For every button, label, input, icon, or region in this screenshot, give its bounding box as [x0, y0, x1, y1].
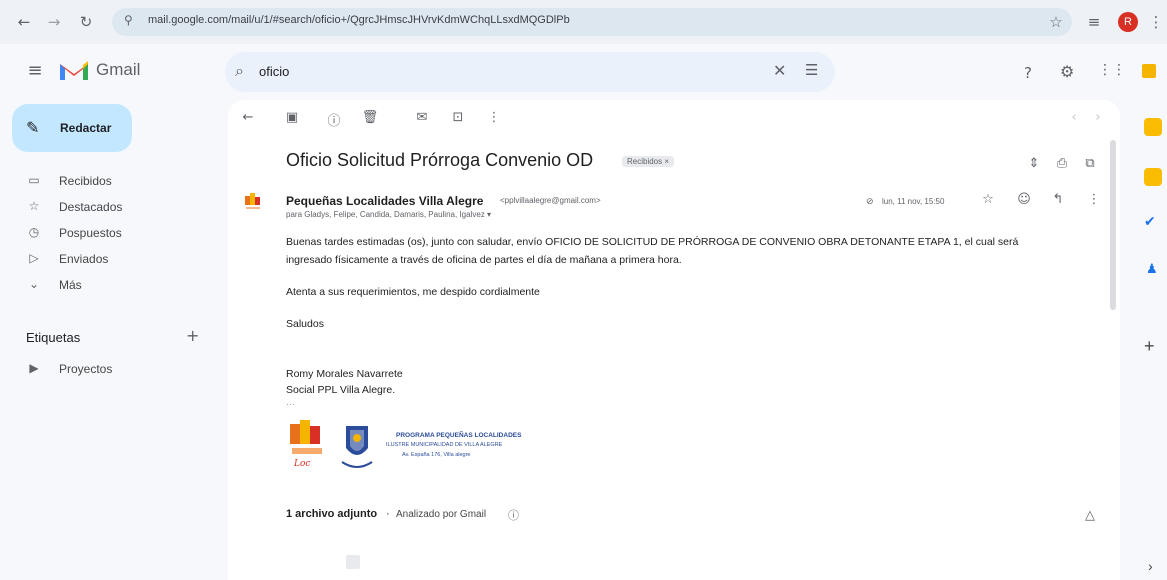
compose-button[interactable]: ✎ Redactar	[12, 104, 132, 152]
report-spam-icon[interactable]: ⓘ	[324, 110, 344, 129]
email-date: lun, 11 nov, 15:50	[882, 197, 945, 206]
sidebar-item-enviados[interactable]: ▷ Enviados	[0, 248, 210, 270]
sidebar-item-proyectos[interactable]: ▶ Proyectos	[0, 358, 210, 380]
body-paragraph-1-cont: ingresado físicamente a través de oficin…	[286, 254, 682, 266]
clock-icon: ◷	[28, 225, 40, 239]
reload-icon[interactable]: ↻	[76, 12, 96, 32]
clear-search-icon[interactable]: ✕	[773, 61, 786, 80]
emoji-reaction-icon[interactable]: ☺	[1014, 192, 1034, 207]
contacts-icon[interactable]: ♟	[1146, 262, 1158, 277]
site-settings-icon[interactable]: ⚲	[124, 13, 133, 27]
star-icon: ☆	[28, 199, 40, 213]
logo-line-1: PROGRAMA PEQUEÑAS LOCALIDADES	[396, 432, 522, 439]
profile-initial: R	[1124, 16, 1132, 28]
sidebar-item-mas[interactable]: ⌄ Más	[0, 274, 210, 296]
tasks-icon[interactable]: ✔	[1144, 214, 1156, 230]
email-subject: Oficio Solicitud Prórroga Convenio OD	[286, 150, 594, 170]
more-vert-icon[interactable]: ⋮	[1146, 12, 1166, 32]
sender-avatar[interactable]	[244, 192, 262, 212]
label-badge-recibidos[interactable]: Recibidos ×	[622, 156, 675, 167]
search-input[interactable]: oficio	[259, 64, 289, 79]
delete-icon[interactable]: 🗑	[360, 110, 380, 125]
add-to-drive-icon[interactable]: △	[1080, 508, 1100, 523]
pencil-icon: ✎	[26, 118, 40, 137]
logo-line-2: ILUSTRE MUNICIPALIDAD DE VILLA ALEGRE	[386, 442, 503, 448]
search-options-icon[interactable]: ☰	[805, 61, 818, 79]
attachment-count: 1 archivo adjunto	[286, 508, 378, 520]
signature-role: Social PPL Villa Alegre.	[286, 384, 396, 396]
info-icon[interactable]: ⓘ	[508, 507, 519, 523]
open-new-window-icon[interactable]: ⧉	[1080, 156, 1100, 171]
sidebar-item-label: Destacados	[59, 200, 123, 214]
sidebar-item-destacados[interactable]: ☆ Destacados	[0, 196, 210, 218]
body-closing: Atenta a sus requerimientos, me despido …	[286, 286, 540, 298]
account-logo-icon[interactable]	[1142, 64, 1156, 78]
search-icon[interactable]: ⌕	[235, 61, 244, 81]
expand-collapse-icon[interactable]: ⇕	[1024, 156, 1044, 171]
help-icon[interactable]: ?	[1024, 64, 1032, 82]
more-message-options-icon[interactable]: ⋮	[1084, 192, 1104, 207]
labels-heading: Etiquetas	[26, 330, 81, 345]
inbox-icon: ▭	[28, 173, 40, 187]
signature-name: Romy Morales Navarrete	[286, 368, 403, 380]
star-email-icon[interactable]: ☆	[978, 192, 998, 207]
attachment-clip-icon: ⊘	[866, 196, 874, 206]
add-label-icon[interactable]: +	[186, 326, 199, 345]
profile-avatar[interactable]: R	[1118, 12, 1138, 32]
keep-icon[interactable]	[1144, 168, 1162, 186]
next-email-icon[interactable]: ›	[1088, 110, 1108, 125]
prev-email-icon[interactable]: ‹	[1064, 110, 1084, 125]
reply-icon[interactable]: ↰	[1048, 192, 1068, 207]
scanned-by-gmail: Analizado por Gmail	[396, 509, 487, 520]
move-to-icon[interactable]: ⊡	[448, 110, 468, 125]
sender-email: <pplvillaalegre@gmail.com>	[500, 196, 601, 205]
mark-unread-icon[interactable]: ✉	[412, 110, 432, 125]
archive-icon[interactable]: ▣	[282, 110, 302, 125]
add-addon-icon[interactable]: +	[1144, 336, 1155, 357]
sidebar-item-label: Recibidos	[59, 174, 112, 188]
signature-logo: Loc PROGRAMA PEQUEÑAS LOCALIDADES ILUSTR…	[286, 418, 576, 474]
search-bar[interactable]: ⌕ oficio ✕ ☰	[225, 52, 835, 92]
compose-label: Redactar	[60, 121, 112, 135]
forward-arrow-icon[interactable]: →	[44, 12, 64, 32]
recipients-line[interactable]: para Gladys, Felipe, Candida, Damaris, P…	[286, 210, 491, 219]
send-icon: ▷	[29, 251, 39, 265]
more-options-icon[interactable]: ⋮	[484, 110, 504, 125]
sidebar-item-label: Pospuestos	[59, 226, 122, 240]
expand-panel-icon[interactable]: ›	[1148, 558, 1153, 574]
main-menu-icon[interactable]: ≡	[24, 60, 46, 81]
sidebar-item-recibidos[interactable]: ▭ Recibidos	[0, 170, 210, 192]
body-paragraph-1: Buenas tardes estimadas (os), junto con …	[286, 236, 1019, 248]
logo-line-3: Av. España 176, Villa alegre	[402, 452, 471, 458]
sender-name[interactable]: Pequeñas Localidades Villa Alegre	[286, 194, 483, 208]
sidebar-item-label: Enviados	[59, 252, 109, 266]
chevron-down-icon: ⌄	[28, 277, 40, 291]
gmail-logo-icon[interactable]	[58, 58, 90, 82]
trimmed-content-icon[interactable]: ...	[286, 396, 295, 408]
address-bar[interactable]: ⚲ mail.google.com/mail/u/1/#search/ofici…	[112, 8, 1072, 36]
scrollbar-thumb[interactable]	[1110, 140, 1116, 310]
url-text: mail.google.com/mail/u/1/#search/oficio+…	[148, 14, 570, 26]
calendar-icon[interactable]	[1144, 118, 1162, 136]
back-to-list-icon[interactable]: ←	[238, 110, 258, 125]
email-view: ← ▣ ⓘ 🗑 ✉ ⊡ ⋮ ‹ › Oficio Solicitud Prórr…	[228, 100, 1120, 580]
body-greeting: Saludos	[286, 318, 324, 330]
apps-grid-icon[interactable]: ⋮⋮	[1098, 62, 1126, 78]
sidebar-item-label: Más	[59, 278, 82, 292]
ppl-logo-icon: Loc	[290, 420, 322, 469]
gmail-logo-text: Gmail	[96, 60, 141, 79]
print-icon[interactable]: ⎙	[1052, 156, 1072, 171]
sidebar-item-pospuestos[interactable]: ◷ Pospuestos	[0, 222, 210, 244]
bookmark-star-icon[interactable]: ☆	[1046, 12, 1066, 32]
attachment-thumbnail[interactable]	[346, 555, 360, 569]
browser-toolbar: ← → ↻ ⚲ mail.google.com/mail/u/1/#search…	[0, 0, 1167, 44]
sidebar-item-label: Proyectos	[59, 362, 113, 376]
reading-list-icon[interactable]: ≡	[1084, 12, 1104, 32]
settings-gear-icon[interactable]: ⚙	[1060, 62, 1074, 81]
svg-text:Loc: Loc	[293, 459, 310, 469]
label-icon: ▶	[29, 361, 39, 375]
municipal-crest-icon	[341, 426, 373, 468]
back-arrow-icon[interactable]: ←	[14, 12, 34, 32]
